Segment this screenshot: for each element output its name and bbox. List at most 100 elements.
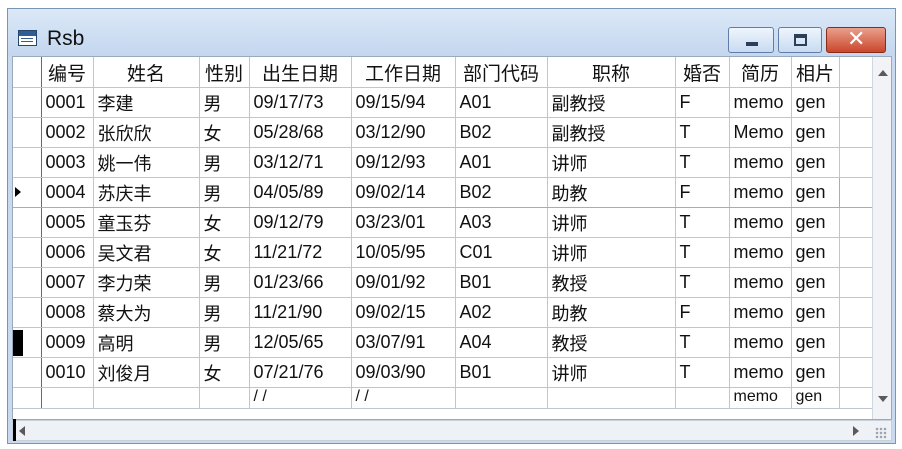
table-cell[interactable]: 讲师 xyxy=(547,147,676,178)
table-cell[interactable]: 12/05/65 xyxy=(249,327,352,358)
table-cell[interactable]: C01 xyxy=(455,237,548,268)
table-cell[interactable]: 教授 xyxy=(547,267,676,298)
table-cell[interactable]: B02 xyxy=(455,177,548,208)
table-cell[interactable]: 09/17/73 xyxy=(249,87,352,118)
vertical-scrollbar[interactable] xyxy=(872,57,891,419)
table-cell[interactable]: 09/02/15 xyxy=(351,297,456,328)
row-indicator[interactable] xyxy=(13,357,42,388)
table-cell[interactable]: 0010 xyxy=(41,357,94,388)
table-cell[interactable]: memo xyxy=(729,387,792,409)
column-header[interactable]: 相片 xyxy=(791,57,840,88)
table-cell[interactable]: memo xyxy=(729,297,792,328)
table-cell[interactable]: T xyxy=(675,357,730,388)
table-cell[interactable]: 01/23/66 xyxy=(249,267,352,298)
column-header[interactable]: 职称 xyxy=(547,57,676,88)
table-cell[interactable]: gen xyxy=(791,207,840,238)
table-cell[interactable]: T xyxy=(675,147,730,178)
table-cell[interactable] xyxy=(547,387,676,409)
table-cell[interactable]: 男 xyxy=(199,327,250,358)
table-cell[interactable]: 男 xyxy=(199,267,250,298)
table-cell[interactable]: gen xyxy=(791,87,840,118)
table-cell[interactable]: 09/01/92 xyxy=(351,267,456,298)
row-indicator[interactable] xyxy=(13,177,42,208)
table-cell[interactable]: 09/12/79 xyxy=(249,207,352,238)
table-cell[interactable]: 09/15/94 xyxy=(351,87,456,118)
table-cell[interactable]: T xyxy=(675,207,730,238)
table-cell[interactable]: gen xyxy=(791,237,840,268)
table-cell[interactable]: A01 xyxy=(455,87,548,118)
table-cell[interactable]: gen xyxy=(791,267,840,298)
table-cell[interactable]: B02 xyxy=(455,117,548,148)
table-cell[interactable]: A01 xyxy=(455,147,548,178)
table-row[interactable]: 0009 高明男 12/05/65 03/07/91 A04 教授 Tmemo gen xyxy=(13,327,881,358)
table-cell[interactable]: memo xyxy=(729,87,792,118)
table-cell[interactable]: 0002 xyxy=(41,117,94,148)
table-cell[interactable]: memo xyxy=(729,207,792,238)
column-header[interactable]: 工作日期 xyxy=(351,57,456,88)
table-cell[interactable]: 助教 xyxy=(547,177,676,208)
table-cell[interactable]: gen xyxy=(791,147,840,178)
table-cell[interactable]: 女 xyxy=(199,237,250,268)
table-cell[interactable]: 副教授 xyxy=(547,87,676,118)
table-cell[interactable]: 女 xyxy=(199,357,250,388)
table-cell[interactable]: 04/05/89 xyxy=(249,177,352,208)
table-cell[interactable]: memo xyxy=(729,147,792,178)
table-cell[interactable]: Memo xyxy=(729,117,792,148)
row-indicator[interactable] xyxy=(13,207,42,238)
table-cell[interactable]: memo xyxy=(729,267,792,298)
table-row[interactable]: 0003 姚一伟男 03/12/71 09/12/93 A01 讲师 Tmemo gen xyxy=(13,147,881,178)
table-cell[interactable]: gen xyxy=(791,387,840,409)
column-header[interactable]: 性别 xyxy=(199,57,250,88)
table-cell[interactable]: memo xyxy=(729,237,792,268)
table-cell[interactable]: 男 xyxy=(199,87,250,118)
table-cell[interactable]: 讲师 xyxy=(547,207,676,238)
row-indicator[interactable] xyxy=(13,387,42,409)
table-cell[interactable]: 女 xyxy=(199,117,250,148)
table-cell[interactable]: 李建 xyxy=(93,87,200,118)
scroll-up-icon[interactable] xyxy=(878,70,888,76)
table-cell[interactable]: 张欣欣 xyxy=(93,117,200,148)
table-cell[interactable]: 05/28/68 xyxy=(249,117,352,148)
table-cell[interactable]: / / xyxy=(249,387,352,409)
table-cell[interactable]: 助教 xyxy=(547,297,676,328)
table-row[interactable]: 0004 苏庆丰男 04/05/89 09/02/14 B02 助教 Fmemo gen xyxy=(13,177,881,208)
table-cell[interactable]: gen xyxy=(791,327,840,358)
column-header[interactable]: 姓名 xyxy=(93,57,200,88)
table-cell[interactable]: 0008 xyxy=(41,297,94,328)
table-cell[interactable]: memo xyxy=(729,177,792,208)
table-cell[interactable] xyxy=(41,387,94,409)
table-cell[interactable]: 0004 xyxy=(41,177,94,208)
row-indicator[interactable] xyxy=(13,297,42,328)
table-cell[interactable]: 07/21/76 xyxy=(249,357,352,388)
table-cell[interactable]: 0009 xyxy=(41,327,94,358)
table-row[interactable]: 0007 李力荣男 01/23/66 09/01/92 B01 教授 Tmemo gen xyxy=(13,267,881,298)
table-cell[interactable]: 男 xyxy=(199,177,250,208)
table-row[interactable]: 0005 童玉芬女 09/12/79 03/23/01 A03 讲师 Tmemo gen xyxy=(13,207,881,238)
table-cell[interactable]: gen xyxy=(791,117,840,148)
table-cell[interactable]: A02 xyxy=(455,297,548,328)
maximize-button[interactable] xyxy=(778,27,822,53)
table-row[interactable]: 0008 蔡大为男 11/21/90 09/02/15 A02 助教 Fmemo gen xyxy=(13,297,881,328)
table-cell[interactable]: T xyxy=(675,117,730,148)
table-cell[interactable]: 女 xyxy=(199,207,250,238)
table-cell[interactable]: F xyxy=(675,297,730,328)
table-cell[interactable]: 刘俊月 xyxy=(93,357,200,388)
table-cell[interactable]: T xyxy=(675,237,730,268)
scroll-down-icon[interactable] xyxy=(878,396,888,402)
horizontal-scrollbar[interactable] xyxy=(12,419,892,441)
row-indicator[interactable] xyxy=(13,147,42,178)
table-cell[interactable]: T xyxy=(675,267,730,298)
table-cell[interactable]: 苏庆丰 xyxy=(93,177,200,208)
table-row[interactable]: 0002 张欣欣女 05/28/68 03/12/90 B02 副教授 T Memo gen xyxy=(13,117,881,148)
table-cell[interactable]: 讲师 xyxy=(547,237,676,268)
table-cell[interactable]: B01 xyxy=(455,267,548,298)
row-indicator[interactable] xyxy=(13,117,42,148)
table-cell[interactable]: gen xyxy=(791,177,840,208)
table-cell[interactable]: 11/21/72 xyxy=(249,237,352,268)
table-cell[interactable]: memo xyxy=(729,327,792,358)
column-header[interactable]: 简历 xyxy=(729,57,792,88)
table-cell[interactable]: memo xyxy=(729,357,792,388)
table-cell[interactable]: 蔡大为 xyxy=(93,297,200,328)
table-row[interactable]: / / / / memo gen xyxy=(13,387,881,409)
table-cell[interactable]: 03/07/91 xyxy=(351,327,456,358)
